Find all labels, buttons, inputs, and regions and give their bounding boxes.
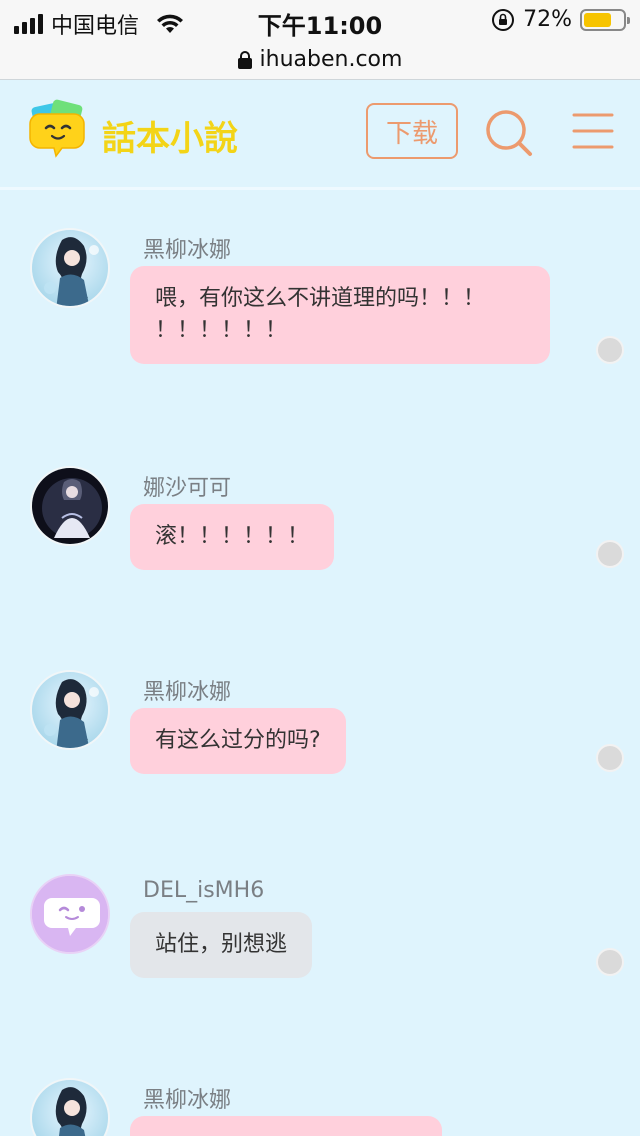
message-bubble: 站住，别想逃 bbox=[130, 912, 313, 978]
message-bubble: 有这么过分的吗? bbox=[130, 708, 346, 774]
lock-icon bbox=[237, 50, 252, 69]
message-status-dot[interactable] bbox=[596, 744, 624, 772]
message-status-dot[interactable] bbox=[596, 540, 624, 568]
carrier-name: 中国电信 bbox=[51, 14, 140, 39]
avatar[interactable] bbox=[30, 1078, 110, 1136]
search-icon[interactable] bbox=[484, 108, 534, 158]
message-status-dot[interactable] bbox=[596, 336, 624, 364]
url-text[interactable]: ihuaben.com bbox=[260, 47, 403, 72]
status-bar: 中国电信 下午11:00 72% bbox=[0, 0, 640, 40]
menu-icon[interactable] bbox=[572, 112, 614, 150]
avatar[interactable] bbox=[30, 874, 110, 954]
message-text: 站住，别想逃 bbox=[155, 932, 288, 957]
message-text-line: ！！！！！！ bbox=[155, 318, 288, 343]
sender-name: 黑柳冰娜 bbox=[143, 238, 232, 263]
cellular-signal-icon bbox=[14, 14, 43, 34]
sender-name: DEL_isMH6 bbox=[143, 878, 265, 903]
message-bubble: 喂，有你这么不讲道理的吗！！！ ！！！！！！ bbox=[130, 266, 550, 364]
url-bar[interactable]: ihuaben.com bbox=[0, 40, 640, 80]
sender-name: 黑柳冰娜 bbox=[143, 680, 232, 705]
message-text-line: 喂，有你这么不讲道理的吗！！！ bbox=[155, 286, 486, 311]
message-status-dot[interactable] bbox=[596, 948, 624, 976]
status-left: 中国电信 bbox=[14, 8, 185, 40]
sender-name: 娜沙可可 bbox=[143, 476, 232, 501]
orientation-lock-icon bbox=[492, 8, 515, 31]
message-text: 滚！！！！！！ bbox=[155, 524, 310, 549]
site-logo[interactable]: 話本小說 bbox=[28, 98, 248, 168]
battery-icon bbox=[580, 8, 630, 31]
message-bubble bbox=[130, 1116, 442, 1136]
message-text: 有这么过分的吗? bbox=[155, 728, 321, 753]
avatar[interactable] bbox=[30, 670, 110, 750]
wifi-icon bbox=[157, 14, 184, 33]
avatar[interactable] bbox=[30, 466, 110, 546]
app-header: 話本小說 下载 bbox=[0, 80, 640, 190]
battery-percent: 72% bbox=[523, 7, 572, 32]
status-right: 72% bbox=[491, 7, 630, 32]
sender-name: 黑柳冰娜 bbox=[143, 1088, 232, 1113]
logo-text: 話本小說 bbox=[102, 119, 238, 159]
avatar[interactable] bbox=[30, 228, 110, 308]
message-bubble: 滚！！！！！！ bbox=[130, 504, 335, 570]
download-button[interactable]: 下载 bbox=[366, 103, 458, 159]
